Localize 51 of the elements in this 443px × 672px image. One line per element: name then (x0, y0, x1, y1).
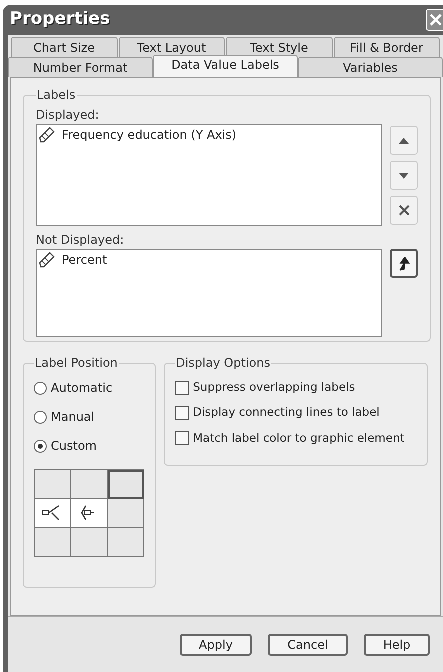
tab[interactable]: Fill & Border (334, 37, 440, 57)
radio-label: Automatic (51, 380, 113, 397)
position-cell[interactable] (108, 528, 144, 557)
down-triangle-icon (399, 172, 409, 178)
up-triangle-icon (399, 138, 409, 144)
tab[interactable]: Number Format (8, 57, 153, 77)
field-label: Displayed: (36, 107, 100, 124)
position-cell[interactable] (35, 499, 72, 528)
move-to-displayed-button[interactable] (390, 249, 418, 278)
radio-button[interactable] (34, 440, 47, 452)
move-down-button[interactable] (390, 161, 418, 190)
up-arrow-icon (398, 256, 410, 270)
position-cell[interactable] (35, 528, 72, 557)
checkbox[interactable] (175, 380, 190, 395)
dialog-button[interactable]: Cancel (268, 634, 348, 656)
checkbox-label: Match label color to graphic element (193, 430, 405, 446)
radio-label: Manual (51, 409, 95, 426)
close-button[interactable] (426, 9, 443, 31)
field-label: Not Displayed: (36, 232, 126, 249)
tab[interactable]: Data Value Labels (153, 55, 298, 77)
dialog-button[interactable]: Help (364, 634, 430, 656)
list-box[interactable]: Percent (36, 249, 382, 337)
position-cell[interactable] (35, 470, 72, 499)
tab[interactable]: Chart Size (11, 37, 118, 57)
group-title: Labels (36, 87, 77, 104)
checkbox-label: Suppress overlapping labels (193, 379, 356, 396)
position-cell[interactable] (108, 499, 144, 528)
remove-button[interactable] (390, 196, 418, 225)
tab[interactable]: Text Layout (118, 37, 225, 57)
position-cell[interactable] (108, 470, 144, 499)
close-icon (430, 14, 442, 26)
remove-icon (398, 205, 410, 216)
move-up-button[interactable] (390, 126, 418, 155)
checkbox[interactable] (175, 431, 190, 446)
dialog-button[interactable]: Apply (180, 634, 252, 656)
group-title: Display Options (175, 355, 272, 372)
position-cell[interactable] (71, 470, 108, 499)
list-item[interactable]: Frequency education (Y Axis) (62, 126, 237, 144)
list-box[interactable]: Frequency education (Y Axis) (36, 124, 382, 226)
radio-label: Custom (51, 438, 97, 455)
tab[interactable]: Text Style (226, 37, 332, 57)
window-title: Properties (10, 8, 110, 32)
radio-button[interactable] (34, 382, 47, 394)
group-title: Label Position (34, 355, 119, 372)
tab[interactable]: Variables (298, 57, 443, 77)
position-cell[interactable] (71, 528, 108, 557)
position-cell[interactable] (71, 499, 108, 528)
checkbox[interactable] (175, 406, 190, 420)
list-item[interactable]: Percent (62, 251, 108, 269)
checkbox-label: Display connecting lines to label (193, 404, 380, 422)
radio-button[interactable] (34, 410, 47, 424)
